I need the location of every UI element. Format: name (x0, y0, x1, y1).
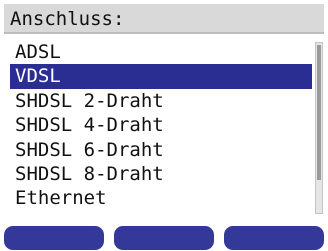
softkey-right-button[interactable] (224, 226, 324, 250)
device-screen: Anschluss: ADSL VDSL SHDSL 2-Draht SHDSL… (0, 0, 328, 251)
list-scrollbar[interactable] (315, 42, 323, 214)
list-item-ethernet[interactable]: Ethernet (10, 186, 312, 210)
softkey-left-button[interactable] (4, 226, 104, 250)
softkey-middle-button[interactable] (114, 226, 214, 250)
title-bar: Anschluss: (4, 4, 324, 34)
list-item-shdsl-2-draht[interactable]: SHDSL 2-Draht (10, 89, 312, 113)
list-item-shdsl-4-draht[interactable]: SHDSL 4-Draht (10, 113, 312, 137)
list-item-shdsl-6-draht[interactable]: SHDSL 6-Draht (10, 138, 312, 162)
scrollbar-thumb[interactable] (317, 45, 321, 180)
softkey-bar (0, 226, 328, 251)
list-item-shdsl-8-draht[interactable]: SHDSL 8-Draht (10, 162, 312, 186)
screen-title: Anschluss: (10, 8, 125, 30)
connection-type-list[interactable]: ADSL VDSL SHDSL 2-Draht SHDSL 4-Draht SH… (10, 40, 312, 218)
list-item-vdsl[interactable]: VDSL (10, 64, 312, 89)
list-item-adsl[interactable]: ADSL (10, 40, 312, 64)
